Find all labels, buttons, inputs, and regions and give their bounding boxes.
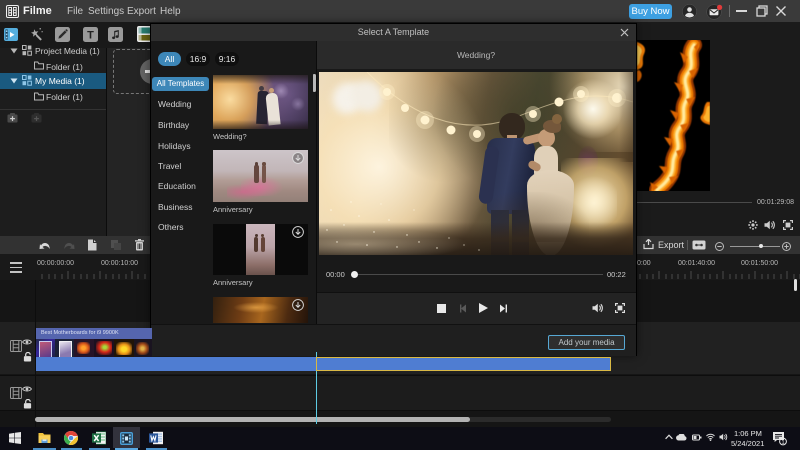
svg-text:T: T — [87, 30, 94, 42]
svg-text:1: 1 — [781, 440, 784, 446]
